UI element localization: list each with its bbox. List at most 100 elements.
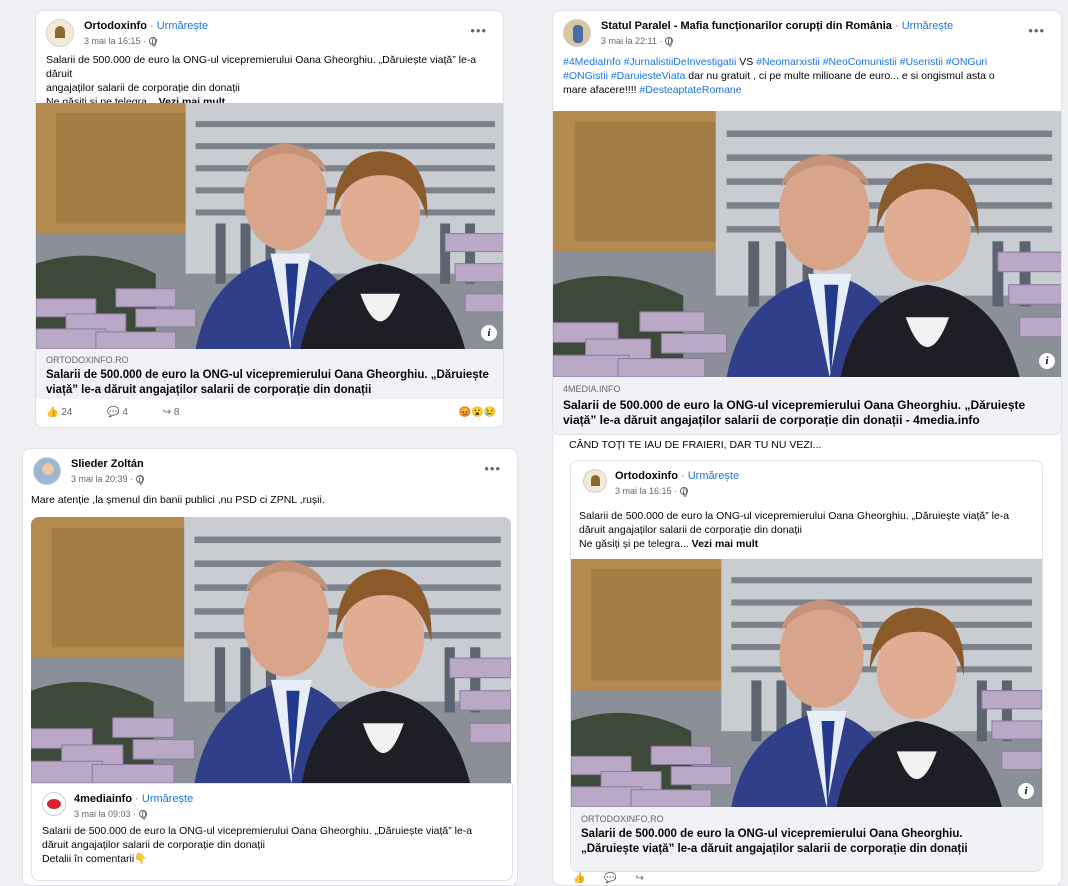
post-image-illustration	[571, 559, 1042, 807]
like-icon[interactable]: 👍	[573, 873, 585, 884]
post-text: Salarii de 500.000 de euro la ONG-ul vic…	[46, 53, 496, 109]
figure-icon	[573, 25, 583, 43]
post-text-line: Ne găsiți și pe telegra... Vezi mai mult	[579, 538, 759, 550]
share-count: 8	[173, 407, 180, 418]
timestamp-text[interactable]: 3 mai la 09:03	[74, 809, 131, 819]
author-name[interactable]: Statul Paralel - Mafia funcționarilor co…	[601, 20, 892, 32]
hashtag-link[interactable]: #4MediaInfo #JurnalistiiDeInvestigatii	[563, 56, 736, 68]
post-header: Slieder Zoltán 3 mai la 20:39 · •••	[33, 457, 507, 491]
share-icon[interactable]: ↪	[635, 873, 643, 884]
follow-button[interactable]: Urmărește	[142, 793, 193, 805]
timestamp-text[interactable]: 3 mai la 20:39	[71, 474, 128, 484]
link-title[interactable]: Salarii de 500.000 de euro la ONG-ul vic…	[581, 827, 1032, 842]
post-image-illustration	[553, 111, 1062, 377]
shared-author[interactable]: Ortodoxinfo · Urmărește	[615, 470, 739, 482]
comment-count: 4	[122, 407, 128, 418]
post-card-statul-paralel: Statul Paralel - Mafia funcționarilor co…	[552, 10, 1062, 435]
post-text-line: #ONGistii #DaruiesteViata dar nu gratuit…	[563, 70, 995, 82]
like-icon[interactable]: 👍 24	[46, 407, 88, 418]
timestamp-text[interactable]: 3 mai la 22:11	[601, 36, 657, 46]
globe-icon	[680, 487, 689, 497]
author-name[interactable]: 4mediainfo	[74, 793, 132, 805]
post-image[interactable]: i	[36, 103, 504, 349]
see-more-link[interactable]: Vezi mai mult	[692, 538, 759, 550]
post-image[interactable]: i	[571, 559, 1042, 807]
shared-author[interactable]: 4mediainfo · Urmărește	[74, 793, 193, 805]
reaction-bar: 👍 💬 ↪	[573, 873, 660, 884]
post-text: Mare atenție ,la șmenul din banii public…	[31, 494, 325, 506]
link-preview[interactable]: ORTODOXINFO.RO Salarii de 500.000 de eur…	[36, 349, 503, 399]
link-preview[interactable]: 4MEDIA.INFO Salarii de 500.000 de euro l…	[553, 377, 1061, 434]
post-header: Ortodoxinfo · Urmărește 3 mai la 16:15 ·…	[46, 19, 493, 53]
reaction-bar: 👍 24 💬 4 ↪ 8 😡😮😢	[46, 407, 496, 418]
info-icon[interactable]: i	[1018, 783, 1034, 799]
shared-post[interactable]: 4mediainfo · Urmărește 3 mai la 09:03 · …	[31, 783, 513, 881]
post-caption: CÂND TOȚI TE IAU DE FRAIERI, DAR TU NU V…	[569, 439, 822, 451]
post-text-line: Detalii în comentarii👇	[42, 853, 148, 865]
globe-icon	[149, 37, 158, 47]
like-count: 24	[61, 407, 73, 418]
link-domain: ORTODOXINFO.RO	[581, 814, 664, 824]
4media-logo-icon	[47, 799, 61, 809]
post-timestamp[interactable]: 3 mai la 22:11 ·	[601, 36, 674, 47]
link-title[interactable]: Salarii de 500.000 de euro la ONG-ul vic…	[46, 368, 495, 398]
more-options-icon[interactable]: •••	[470, 23, 487, 38]
avatar[interactable]	[563, 19, 591, 47]
comment-icon[interactable]: 💬	[604, 873, 616, 884]
info-icon[interactable]: i	[1039, 353, 1055, 369]
follow-button[interactable]: Urmărește	[688, 470, 739, 482]
post-author[interactable]: Ortodoxinfo · Urmărește	[84, 20, 208, 32]
post-card-ortodoxinfo: Ortodoxinfo · Urmărește 3 mai la 16:15 ·…	[35, 10, 504, 428]
reaction-emojis-icon[interactable]: 😡😮😢	[459, 407, 496, 418]
shared-post[interactable]: Ortodoxinfo · Urmărește 3 mai la 16:15 ·…	[570, 460, 1043, 872]
post-text-line: Salarii de 500.000 de euro la ONG-ul vic…	[579, 510, 1010, 522]
church-icon	[591, 475, 600, 486]
post-text-line: Salarii de 500.000 de euro la ONG-ul vic…	[46, 54, 477, 80]
more-options-icon[interactable]: •••	[484, 461, 501, 476]
post-timestamp[interactable]: 3 mai la 20:39 ·	[71, 474, 145, 485]
post-image[interactable]: i	[553, 111, 1062, 377]
hashtag-link[interactable]: #ONGistii #DaruiesteViata	[563, 70, 685, 82]
post-card-slieder-zoltan: Slieder Zoltán 3 mai la 20:39 · ••• Mare…	[22, 448, 518, 886]
avatar[interactable]	[42, 792, 66, 816]
post-header: Statul Paralel - Mafia funcționarilor co…	[563, 19, 1051, 53]
timestamp-text[interactable]: 3 mai la 16:15	[615, 486, 672, 496]
person-icon	[42, 463, 54, 475]
shared-timestamp[interactable]: 3 mai la 16:15 ·	[615, 486, 689, 497]
hashtag-link[interactable]: #DesteaptateRomane	[639, 84, 741, 96]
church-icon	[55, 26, 65, 38]
link-domain: 4MEDIA.INFO	[563, 384, 621, 394]
avatar[interactable]	[46, 19, 74, 47]
more-options-icon[interactable]: •••	[1028, 23, 1045, 38]
author-name[interactable]: Ortodoxinfo	[615, 470, 678, 482]
post-image-illustration	[36, 103, 504, 349]
post-author[interactable]: Slieder Zoltán	[71, 458, 144, 470]
follow-button[interactable]: Urmărește	[902, 20, 953, 32]
comment-icon[interactable]: 💬 4	[107, 407, 144, 418]
post-text: #4MediaInfo #JurnalistiiDeInvestigatii V…	[563, 55, 1055, 97]
post-card-shared-ortodoxinfo: CÂND TOȚI TE IAU DE FRAIERI, DAR TU NU V…	[552, 435, 1062, 886]
share-icon[interactable]: ↪ 8	[163, 407, 196, 418]
info-icon[interactable]: i	[481, 325, 497, 341]
author-name[interactable]: Ortodoxinfo	[84, 20, 147, 32]
shared-text: Salarii de 500.000 de euro la ONG-ul vic…	[579, 509, 1034, 551]
timestamp-text[interactable]: 3 mai la 16:15	[84, 36, 141, 46]
link-preview[interactable]: ORTODOXINFO.RO Salarii de 500.000 de eur…	[571, 807, 1042, 871]
link-domain: ORTODOXINFO.RO	[46, 355, 129, 365]
globe-icon	[139, 810, 148, 820]
post-text-line: dăruit angajaților salarii de corporație…	[42, 839, 265, 851]
shared-text: Salarii de 500.000 de euro la ONG-ul vic…	[42, 824, 502, 866]
avatar[interactable]	[33, 457, 61, 485]
link-title[interactable]: Salarii de 500.000 de euro la ONG-ul vic…	[563, 398, 1053, 428]
post-text-line: angajaților salarii de corporație din do…	[46, 82, 240, 94]
hashtag-link[interactable]: #Neomarxistii #NeoComunistii #Useristii …	[756, 56, 987, 68]
avatar[interactable]	[583, 469, 607, 493]
post-image[interactable]	[31, 517, 511, 783]
post-timestamp[interactable]: 3 mai la 16:15 ·	[84, 36, 158, 47]
post-text-line: Salarii de 500.000 de euro la ONG-ul vic…	[42, 825, 473, 837]
shared-timestamp[interactable]: 3 mai la 09:03 ·	[74, 809, 148, 820]
follow-button[interactable]: Urmărește	[157, 20, 208, 32]
link-title[interactable]: „Dăruiește viață” le-a dăruit angajațilo…	[581, 842, 1032, 857]
post-author[interactable]: Statul Paralel - Mafia funcționarilor co…	[601, 20, 953, 32]
globe-icon	[136, 475, 145, 485]
